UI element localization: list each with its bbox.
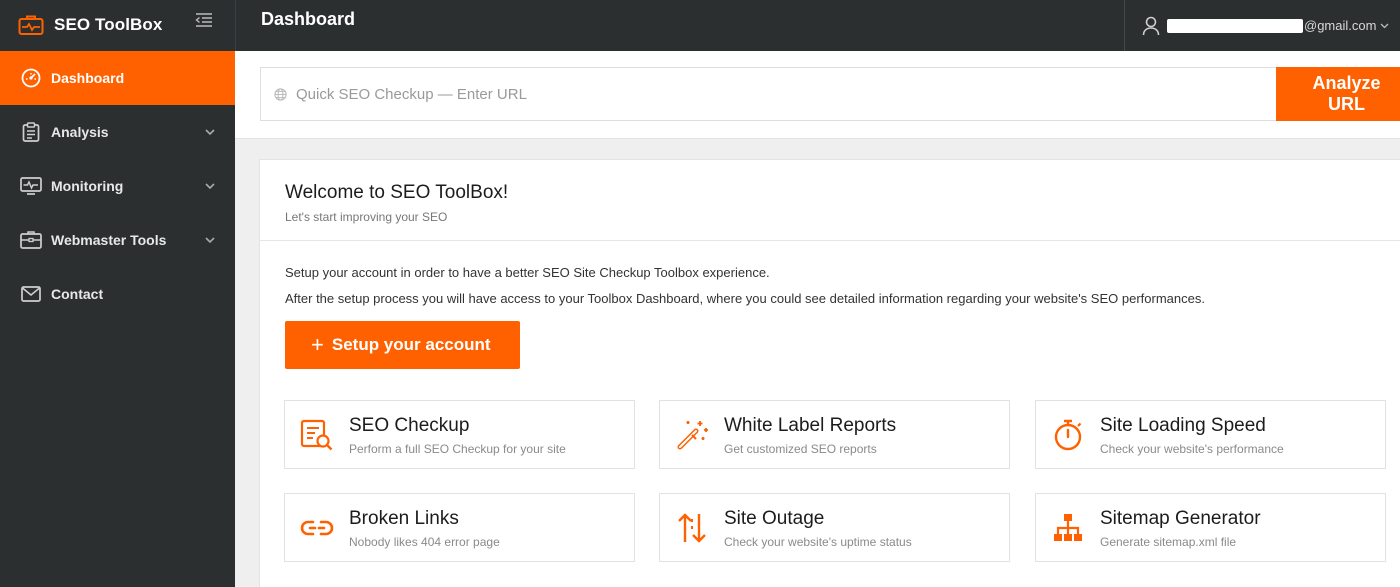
chevron-down-icon [204, 180, 216, 192]
sidebar-item-contact[interactable]: Contact [0, 267, 235, 321]
sidebar-collapse-icon[interactable] [193, 10, 215, 30]
setup-account-button[interactable]: + Setup your account [285, 321, 520, 369]
sitemap-icon [1036, 494, 1100, 561]
sidebar-item-label: Contact [51, 286, 104, 302]
top-bar: Dashboard @gmail.com [235, 0, 1400, 51]
tool-description: Get customized SEO reports [724, 442, 877, 456]
clipboard-icon [20, 121, 42, 143]
sidebar-item-label: Analysis [51, 124, 109, 140]
plus-icon: + [311, 332, 324, 357]
sidebar: SEO ToolBox Dashboard Analysis Monitorin… [0, 0, 235, 587]
chevron-down-icon [204, 126, 216, 138]
tool-sitemap-generator[interactable]: Sitemap Generator Generate sitemap.xml f… [1035, 493, 1386, 562]
setup-account-label: Setup your account [331, 335, 491, 354]
tool-site-loading-speed[interactable]: Site Loading Speed Check your website's … [1035, 400, 1386, 469]
monitor-pulse-icon [20, 175, 42, 197]
user-menu[interactable]: @gmail.com [1124, 0, 1400, 51]
setup-intro-text: Setup your account in order to have a be… [285, 265, 770, 280]
stopwatch-icon [1036, 401, 1100, 468]
quick-checkup-bar: Analyze URL [235, 51, 1400, 139]
chevron-down-icon [1380, 21, 1390, 31]
up-down-arrows-icon [660, 494, 724, 561]
redacted-username [1167, 18, 1303, 33]
sidebar-item-webmaster-tools[interactable]: Webmaster Tools [0, 213, 235, 267]
sidebar-item-dashboard[interactable]: Dashboard [0, 51, 235, 105]
brand-name: SEO ToolBox [54, 15, 163, 34]
url-input[interactable] [296, 85, 1256, 103]
user-icon [1141, 16, 1161, 36]
tool-description: Nobody likes 404 error page [349, 535, 500, 549]
sidebar-item-analysis[interactable]: Analysis [0, 105, 235, 159]
broken-link-icon [285, 494, 349, 561]
welcome-header: Welcome to SEO ToolBox! Let's start impr… [260, 160, 1400, 241]
setup-detail-text: After the setup process you will have ac… [285, 291, 1205, 306]
tool-name: Site Outage [724, 508, 825, 529]
tool-name: Broken Links [349, 508, 459, 529]
sidebar-item-label: Monitoring [51, 178, 124, 194]
seo-checkup-icon [285, 401, 349, 468]
tool-description: Check your website's performance [1100, 442, 1284, 456]
tool-broken-links[interactable]: Broken Links Nobody likes 404 error page [284, 493, 635, 562]
sidebar-item-label: Dashboard [51, 70, 125, 86]
sidebar-item-monitoring[interactable]: Monitoring [0, 159, 235, 213]
page-title: Dashboard [261, 9, 356, 29]
speedometer-icon [20, 67, 42, 89]
toolbox-icon [20, 229, 42, 251]
globe-icon [273, 87, 287, 101]
analyze-url-button[interactable]: Analyze URL [1276, 67, 1400, 121]
chevron-down-icon [204, 234, 216, 246]
brand[interactable]: SEO ToolBox [0, 0, 235, 51]
welcome-title: Welcome to SEO ToolBox! [285, 182, 509, 203]
welcome-body: Setup your account in order to have a be… [260, 241, 1400, 369]
tool-name: White Label Reports [724, 415, 897, 436]
welcome-subtitle: Let's start improving your SEO [285, 210, 448, 224]
url-search-box [260, 67, 1276, 121]
toolbox-logo-icon [18, 14, 44, 36]
sidebar-item-label: Webmaster Tools [51, 232, 167, 248]
tool-site-outage[interactable]: Site Outage Check your website's uptime … [659, 493, 1010, 562]
magic-wand-icon [660, 401, 724, 468]
tool-description: Generate sitemap.xml file [1100, 535, 1237, 549]
user-email: @gmail.com [1304, 18, 1377, 33]
tool-name: Sitemap Generator [1100, 508, 1261, 529]
tool-seo-checkup[interactable]: SEO Checkup Perform a full SEO Checkup f… [284, 400, 635, 469]
tool-name: SEO Checkup [349, 415, 470, 436]
tool-name: Site Loading Speed [1100, 415, 1266, 436]
envelope-icon [20, 283, 42, 305]
tool-white-label-reports[interactable]: White Label Reports Get customized SEO r… [659, 400, 1010, 469]
tool-description: Check your website's uptime status [724, 535, 912, 549]
tool-description: Perform a full SEO Checkup for your site [349, 442, 566, 456]
